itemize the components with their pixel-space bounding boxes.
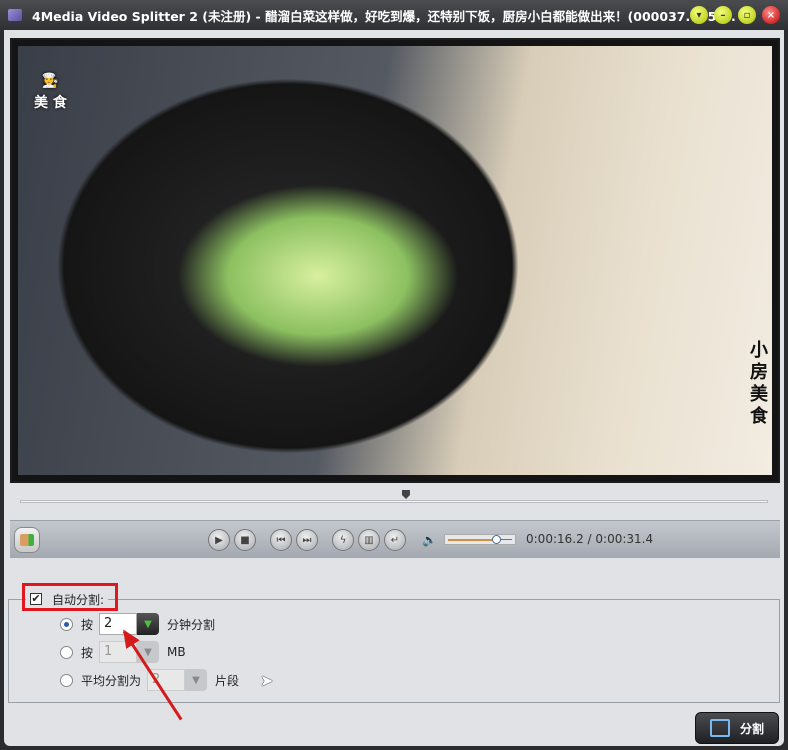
split-button-label: 分割 <box>739 721 764 736</box>
minimize-button[interactable]: – <box>714 6 732 24</box>
option-prefix: 按 <box>81 617 94 632</box>
delete-button[interactable]: ▥ <box>358 529 380 551</box>
seek-thumb[interactable] <box>401 490 410 499</box>
volume-icon[interactable]: 🔊 <box>422 533 437 547</box>
app-icon <box>8 9 22 21</box>
open-file-icon <box>20 534 34 546</box>
radio-minutes[interactable] <box>60 617 73 631</box>
option-prefix: 按 <box>81 645 94 660</box>
play-button[interactable]: ▶ <box>208 529 230 551</box>
player-toolbar: ▶ ■ ⏮ ⏭ ϟ ▥ ↵ 🔊 0:00:16.2 / 0:00:31.4 <box>10 520 780 558</box>
close-button[interactable]: × <box>762 6 780 24</box>
option-suffix: 分钟分割 <box>167 617 216 632</box>
dropdown-arrow-icon[interactable]: ▼ <box>185 669 208 691</box>
option-suffix: 片段 <box>215 673 240 688</box>
skip-forward-icon: ⏭ <box>302 534 312 546</box>
video-side-text: 小房美食 <box>747 340 768 428</box>
dropdown-menu-button[interactable]: ▾ <box>690 6 708 24</box>
open-file-button[interactable] <box>14 527 40 553</box>
option-prefix: 平均分割为 <box>81 673 142 688</box>
window-title: 4Media Video Splitter 2 (未注册) - 醋溜白菜这样做，… <box>32 8 736 24</box>
mouse-cursor-icon: ➤ <box>260 671 274 690</box>
stop-icon: ■ <box>240 534 250 546</box>
maximize-button[interactable]: ▫ <box>738 6 756 24</box>
split-button[interactable]: 分割 <box>695 712 779 744</box>
radio-size[interactable] <box>60 645 73 659</box>
title-bar: 4Media Video Splitter 2 (未注册) - 醋溜白菜这样做，… <box>0 0 788 30</box>
film-split-icon <box>709 719 730 737</box>
time-separator: / <box>583 532 596 546</box>
current-time: 0:00:16.2 <box>526 532 584 546</box>
option-suffix: MB <box>167 645 186 659</box>
radio-even[interactable] <box>60 673 73 687</box>
time-display: 0:00:16.2 / 0:00:31.4 <box>526 532 653 546</box>
split-by-minutes-option: 按 2 ▼ 分钟分割 <box>60 613 215 635</box>
seek-bar[interactable] <box>20 500 768 503</box>
dropdown-arrow-icon[interactable]: ▼ <box>137 613 160 635</box>
return-arrow-icon: ↵ <box>390 534 400 546</box>
trash-icon: ▥ <box>364 534 374 546</box>
highlight-box-annotation <box>22 583 118 611</box>
volume-fill <box>448 539 496 541</box>
main-window: 🧑‍🍳 美 食 小房美食 ▶ ■ ⏮ ⏭ ϟ ▥ ↵ 🔊 0:00:16.2 / … <box>4 30 784 746</box>
return-button[interactable]: ↵ <box>384 529 406 551</box>
video-frame <box>18 46 772 475</box>
next-frame-button[interactable]: ⏭ <box>296 529 318 551</box>
skip-back-icon: ⏮ <box>276 534 286 546</box>
video-preview: 🧑‍🍳 美 食 小房美食 <box>10 38 780 483</box>
stop-button[interactable]: ■ <box>234 529 256 551</box>
play-icon: ▶ <box>215 534 223 546</box>
volume-thumb[interactable] <box>492 535 501 544</box>
total-time: 0:00:31.4 <box>595 532 654 546</box>
previous-frame-button[interactable]: ⏮ <box>270 529 292 551</box>
lightning-icon: ϟ <box>339 534 347 546</box>
video-logo: 🧑‍🍳 美 食 <box>34 73 67 111</box>
split-point-button[interactable]: ϟ <box>332 529 354 551</box>
volume-slider[interactable] <box>444 534 516 545</box>
